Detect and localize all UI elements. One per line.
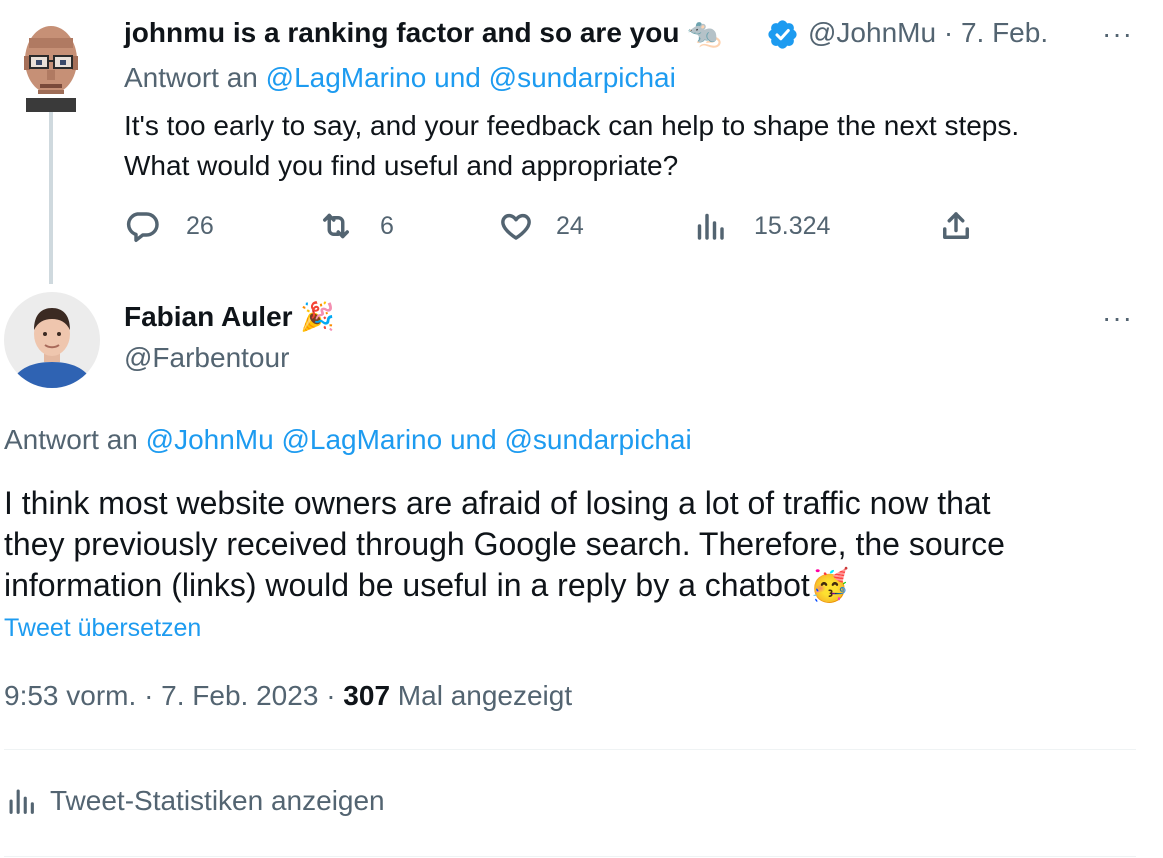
divider bbox=[4, 749, 1136, 750]
mention-lagmarino[interactable]: @LagMarino bbox=[266, 62, 427, 93]
handle-date-row: @JohnMu · 7. Feb. bbox=[808, 17, 1048, 49]
retweet-count: 6 bbox=[380, 211, 394, 240]
author-name-row: johnmu is a ranking factor and so are yo… bbox=[124, 16, 722, 49]
retweet-action[interactable]: 6 bbox=[318, 208, 394, 244]
tweet-text-line: information (links) would be useful in a… bbox=[4, 567, 810, 603]
reply-context: Antwort an @LagMarino und @sundarpichai bbox=[124, 62, 676, 94]
mention-sundarpichai[interactable]: @sundarpichai bbox=[489, 62, 676, 93]
reply-bubble-icon bbox=[126, 212, 159, 242]
share-action[interactable] bbox=[938, 208, 974, 244]
tweet-text: It's too early to say, and your feedback… bbox=[124, 106, 1019, 186]
views-action[interactable]: 15.324 bbox=[692, 208, 830, 244]
share-upload-icon bbox=[943, 212, 969, 239]
mention-sundarpichai[interactable]: @sundarpichai bbox=[504, 424, 691, 455]
tweet-analytics-link[interactable]: Tweet-Statistiken anzeigen bbox=[4, 784, 385, 818]
translate-tweet-link[interactable]: Tweet übersetzen bbox=[4, 614, 201, 643]
bar-chart-icon bbox=[697, 213, 724, 240]
reply-count: 26 bbox=[186, 211, 214, 240]
reply-action[interactable]: 26 bbox=[124, 208, 214, 244]
tweet-text-line: What would you find useful and appropria… bbox=[124, 150, 679, 181]
author-handle[interactable]: @JohnMu bbox=[808, 17, 936, 48]
dot-separator: · bbox=[943, 17, 954, 48]
tweet-text-line: I think most website owners are afraid o… bbox=[4, 485, 991, 521]
heart-icon bbox=[501, 213, 531, 240]
timestamp-row: 9:53 vorm. · 7. Feb. 2023 · 307 Mal ange… bbox=[4, 680, 572, 712]
bar-chart-icon bbox=[9, 789, 34, 814]
author-name-row: Fabian Auler 🎉 bbox=[124, 300, 335, 333]
avatar-fabian-auler[interactable] bbox=[4, 292, 100, 388]
profile-photo-icon bbox=[4, 292, 100, 388]
reply-and: und bbox=[449, 424, 497, 455]
rat-emoji-icon: 🐀 bbox=[687, 17, 723, 48]
like-action[interactable]: 24 bbox=[498, 208, 584, 244]
author-display-name[interactable]: johnmu is a ranking factor and so are yo… bbox=[124, 17, 679, 48]
thread-connector-line bbox=[49, 112, 53, 284]
reply-prefix: Antwort an bbox=[4, 424, 138, 455]
partying-face-emoji-icon: 🥳 bbox=[809, 567, 850, 603]
verified-badge-icon[interactable] bbox=[766, 18, 799, 51]
tweet-text-line: they previously received through Google … bbox=[4, 526, 1005, 562]
tweet-analytics-label: Tweet-Statistiken anzeigen bbox=[50, 785, 385, 816]
retweet-icon bbox=[323, 213, 349, 239]
view-count: 307 bbox=[343, 680, 391, 711]
tweet-date[interactable]: 7. Feb. bbox=[961, 17, 1048, 48]
tweet-time[interactable]: 9:53 vorm. bbox=[4, 680, 136, 711]
more-options-icon[interactable]: ··· bbox=[1102, 304, 1133, 332]
dot-separator: · bbox=[144, 680, 154, 711]
dot-separator: · bbox=[326, 680, 336, 711]
mention-lagmarino[interactable]: @LagMarino bbox=[281, 424, 442, 455]
avatar-johnmu[interactable] bbox=[14, 16, 88, 112]
pixel-avatar-icon bbox=[14, 16, 88, 112]
mention-johnmu[interactable]: @JohnMu bbox=[146, 424, 274, 455]
more-options-icon[interactable]: ··· bbox=[1102, 20, 1133, 48]
reply-prefix: Antwort an bbox=[124, 62, 258, 93]
tweet-text-line: It's too early to say, and your feedback… bbox=[124, 110, 1020, 141]
reply-context: Antwort an @JohnMu @LagMarino und @sunda… bbox=[4, 424, 692, 456]
party-popper-emoji-icon: 🎉 bbox=[300, 301, 336, 332]
divider bbox=[4, 856, 1136, 857]
view-count-label: Mal angezeigt bbox=[397, 680, 573, 711]
tweet-text: I think most website owners are afraid o… bbox=[4, 483, 1005, 606]
author-handle[interactable]: @Farbentour bbox=[124, 342, 289, 374]
view-count: 15.324 bbox=[754, 211, 831, 240]
tweet-full-date[interactable]: 7. Feb. 2023 bbox=[161, 680, 318, 711]
author-display-name[interactable]: Fabian Auler bbox=[124, 301, 293, 332]
reply-and: und bbox=[434, 62, 481, 93]
like-count: 24 bbox=[556, 211, 584, 240]
